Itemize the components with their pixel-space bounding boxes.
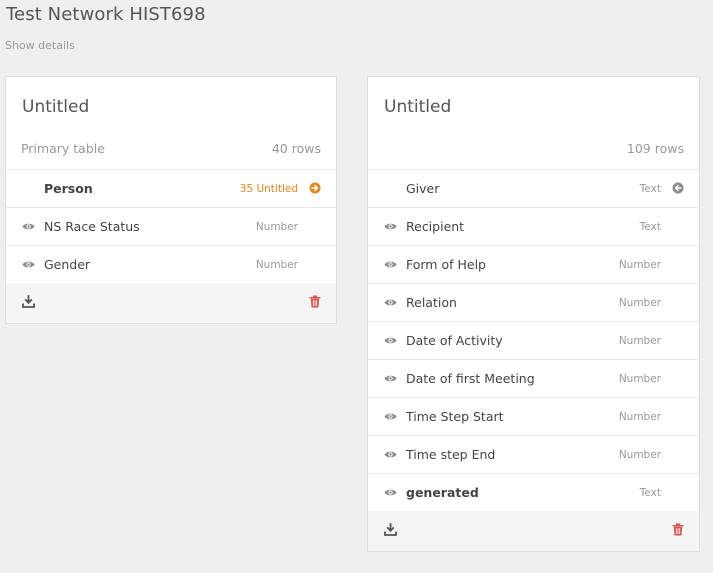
field-row-person[interactable]: Person 35 Untitled: [6, 169, 336, 207]
field-row-recipient[interactable]: Recipient Text: [368, 207, 699, 245]
eye-icon[interactable]: [384, 450, 397, 459]
download-icon[interactable]: [384, 523, 397, 536]
field-row-time-step-end[interactable]: Time step End Number: [368, 435, 699, 473]
field-type[interactable]: Number: [619, 449, 661, 461]
primary-table-label: Primary table: [21, 141, 105, 156]
table-card-primary: Untitled Primary table 40 rows Person 35…: [5, 76, 337, 324]
field-row-generated[interactable]: generated Text: [368, 473, 699, 511]
field-row-giver[interactable]: Giver Text: [368, 169, 699, 207]
eye-icon[interactable]: [384, 298, 397, 307]
field-type[interactable]: Number: [256, 221, 298, 233]
field-row-gender[interactable]: Gender Number: [6, 245, 336, 283]
field-type[interactable]: Number: [256, 259, 298, 271]
field-name: generated: [406, 485, 479, 500]
field-list: Person 35 Untitled NS Race Status Number…: [6, 169, 336, 283]
eye-icon[interactable]: [22, 222, 35, 231]
field-name: Person: [44, 181, 93, 196]
field-name: Relation: [406, 295, 457, 310]
card-footer: [6, 283, 336, 323]
field-row-date-of-activity[interactable]: Date of Activity Number: [368, 321, 699, 359]
field-type[interactable]: Text: [640, 183, 661, 195]
row-count: 40 rows: [271, 141, 321, 156]
card-title[interactable]: Untitled: [22, 97, 89, 117]
eye-icon[interactable]: [384, 488, 397, 497]
field-row-relation[interactable]: Relation Number: [368, 283, 699, 321]
field-type[interactable]: Number: [619, 411, 661, 423]
show-details-link[interactable]: Show details: [5, 39, 75, 52]
field-name: Date of first Meeting: [406, 371, 535, 386]
eye-icon[interactable]: [384, 222, 397, 231]
field-row-form-of-help[interactable]: Form of Help Number: [368, 245, 699, 283]
field-name: NS Race Status: [44, 219, 140, 234]
field-name: Time step End: [406, 447, 496, 462]
field-type[interactable]: Text: [640, 221, 661, 233]
card-footer: [368, 511, 699, 551]
linked-table-link[interactable]: 35 Untitled: [240, 183, 298, 195]
eye-icon[interactable]: [384, 260, 397, 269]
eye-icon[interactable]: [384, 412, 397, 421]
field-name: Giver: [406, 181, 440, 196]
field-name: Recipient: [406, 219, 465, 234]
download-icon[interactable]: [22, 295, 35, 308]
field-type[interactable]: Number: [619, 259, 661, 271]
field-list: Giver Text Recipient Text Form of Help N…: [368, 169, 699, 511]
field-name: Form of Help: [406, 257, 486, 272]
field-type[interactable]: Number: [619, 373, 661, 385]
field-name: Time Step Start: [406, 409, 504, 424]
trash-icon[interactable]: [309, 295, 321, 308]
page-title: Test Network HIST698: [6, 4, 206, 25]
eye-icon[interactable]: [22, 260, 35, 269]
field-row-time-step-start[interactable]: Time Step Start Number: [368, 397, 699, 435]
row-count: 109 rows: [626, 141, 684, 156]
field-type[interactable]: Number: [619, 335, 661, 347]
arrow-circle-right-icon[interactable]: [309, 182, 321, 194]
field-name: Date of Activity: [406, 333, 503, 348]
trash-icon[interactable]: [672, 523, 684, 536]
eye-icon[interactable]: [384, 374, 397, 383]
field-type[interactable]: Text: [640, 487, 661, 499]
field-name: Gender: [44, 257, 91, 272]
field-row-date-of-first-meeting[interactable]: Date of first Meeting Number: [368, 359, 699, 397]
card-title[interactable]: Untitled: [384, 97, 451, 117]
eye-icon[interactable]: [384, 336, 397, 345]
field-type[interactable]: Number: [619, 297, 661, 309]
field-row-ns-race-status[interactable]: NS Race Status Number: [6, 207, 336, 245]
table-card-secondary: Untitled 109 rows Giver Text Recipient T…: [367, 76, 700, 552]
arrow-circle-left-icon[interactable]: [672, 182, 684, 194]
